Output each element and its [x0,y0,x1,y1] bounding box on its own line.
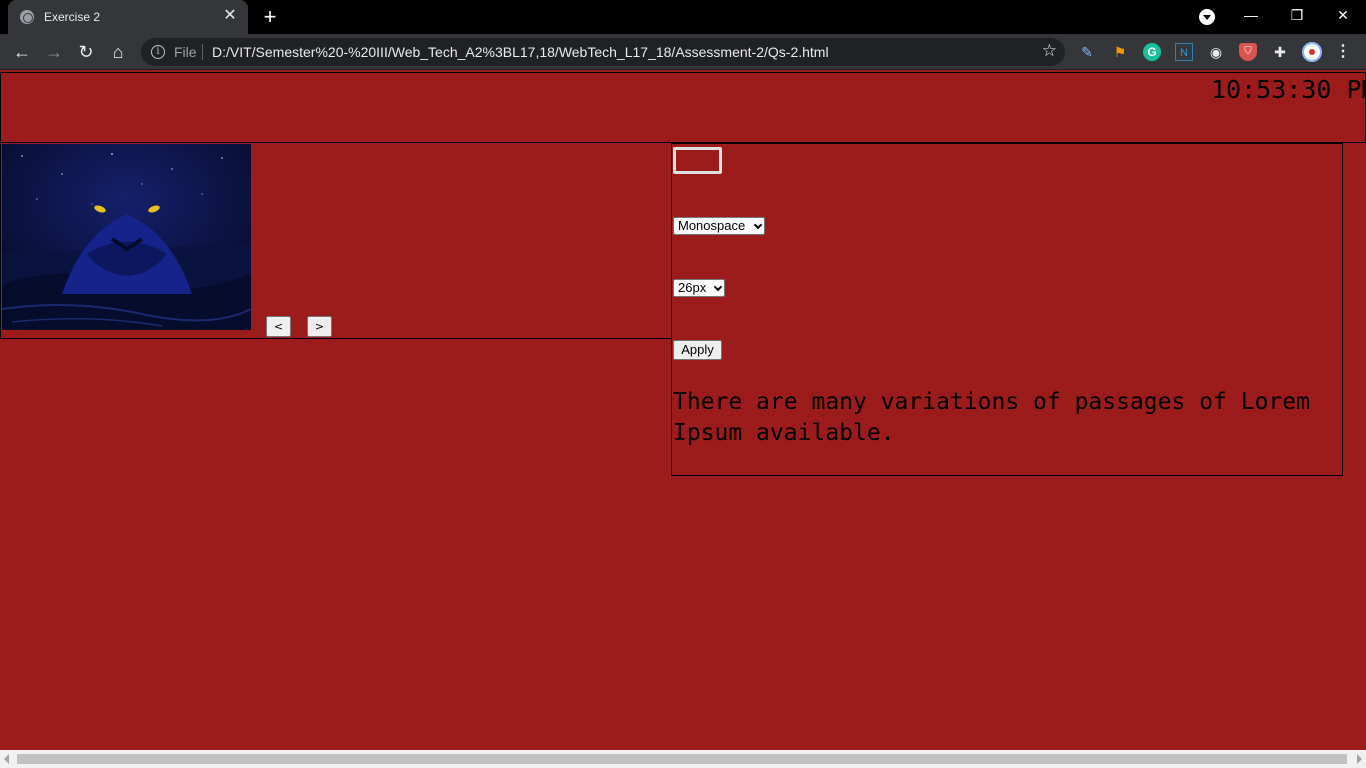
font-size-value: 26px [678,280,707,295]
scroll-right-icon[interactable] [1357,754,1362,764]
forward-arrow-icon[interactable]: → [41,39,67,65]
previous-image-button[interactable]: < [266,316,291,337]
shield-extension-icon[interactable]: ⛉ [1239,43,1257,61]
tab-close-icon[interactable]: ✕ [220,6,240,26]
globe-icon [20,10,34,24]
font-family-value: Monospace [678,218,746,233]
font-family-select[interactable]: Monospace [673,217,765,235]
pen-extension-icon[interactable]: ✎ [1078,43,1096,61]
home-icon[interactable]: ⌂ [105,39,131,65]
notion-extension-icon[interactable]: N [1175,43,1193,61]
horizontal-scrollbar[interactable] [0,750,1366,768]
bookmark-star-icon[interactable]: ☆ [1042,41,1057,61]
restore-button[interactable]: ❐ [1274,0,1320,30]
tab-title: Exercise 2 [44,10,101,24]
back-arrow-icon[interactable]: ← [9,39,35,65]
sample-text: There are many variations of passages of… [673,389,1310,446]
url-text[interactable]: D:/VIT/Semester%20-%20III/Web_Tech_A2%3B… [212,44,829,60]
minimize-button[interactable]: — [1228,0,1274,30]
chevron-down-icon [713,282,723,292]
scrollbar-thumb[interactable] [17,754,1347,764]
browser-tabstrip: Exercise 2 ✕ + — ❐ ✕ [0,0,1366,34]
browser-tab[interactable]: Exercise 2 ✕ [8,0,248,34]
next-image-button[interactable]: > [307,316,332,337]
grammarly-extension-icon[interactable]: G [1143,43,1161,61]
url-scheme-label: File [174,44,197,60]
discord-extension-icon[interactable]: ◉ [1207,43,1225,61]
puzzle-extensions-icon[interactable]: ✚ [1271,43,1289,61]
gallery-image [2,144,251,330]
window-close-button[interactable]: ✕ [1320,0,1366,30]
chevron-down-icon [753,220,763,230]
reload-icon[interactable]: ↻ [73,39,99,65]
address-bar[interactable]: i File D:/VIT/Semester%20-%20III/Web_Tec… [141,38,1065,66]
color-picker[interactable] [673,147,722,174]
browser-toolbar: ← → ↻ ⌂ i File D:/VIT/Semester%20-%20III… [0,34,1366,70]
page-header: 10:53:30 PM [0,72,1366,143]
info-icon[interactable]: i [151,45,165,59]
apply-button[interactable]: Apply [673,340,722,360]
text-style-panel: Monospace 26px Apply There are many vari… [671,143,1343,476]
clock-display: 10:53:30 PM [1211,75,1366,104]
new-tab-button[interactable]: + [258,5,282,29]
flag-extension-icon[interactable]: ⚑ [1111,43,1129,61]
image-gallery: < > [0,143,671,339]
tab-search-icon[interactable] [1199,9,1215,25]
address-divider [202,44,203,60]
page-body: 10:53:30 PM < > Monospace 26px Apply The… [0,71,1366,750]
font-size-select[interactable]: 26px [673,279,725,297]
kebab-menu-icon[interactable]: ⋮ [1334,43,1352,61]
profile-avatar[interactable] [1302,42,1322,62]
scroll-left-icon[interactable] [4,754,9,764]
